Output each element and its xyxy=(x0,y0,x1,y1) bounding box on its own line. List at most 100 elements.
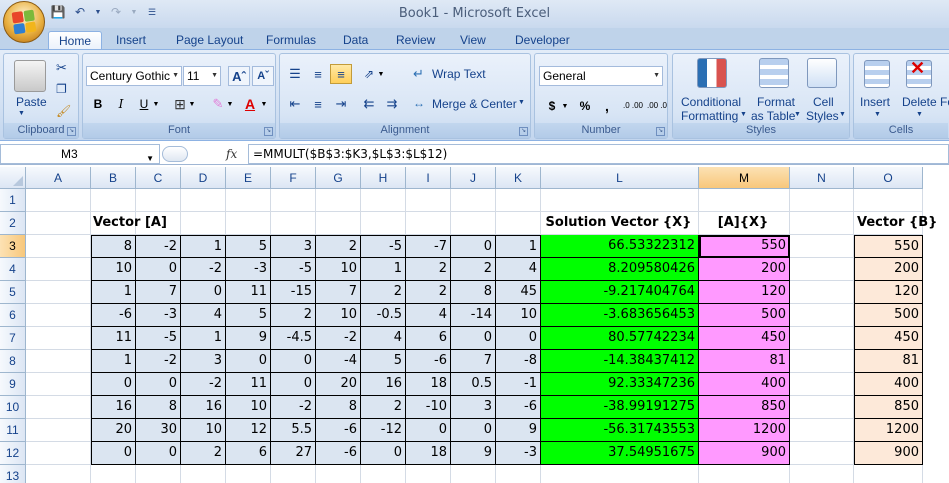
percent-button[interactable]: % xyxy=(574,96,596,116)
matrix-a-cell[interactable]: -6 xyxy=(316,419,361,442)
matrix-a-cell[interactable]: 9 xyxy=(226,327,271,350)
column-header-f[interactable]: F xyxy=(271,167,316,189)
grid-cell[interactable] xyxy=(496,189,541,212)
grid-cell[interactable] xyxy=(699,189,790,212)
matrix-a-cell[interactable]: 18 xyxy=(406,373,451,396)
matrix-a-cell[interactable]: 4 xyxy=(406,304,451,327)
matrix-a-cell[interactable]: 1 xyxy=(181,327,226,350)
matrix-a-cell[interactable]: 11 xyxy=(226,373,271,396)
delete-cells-button[interactable]: Delete xyxy=(902,95,937,109)
matrix-a-cell[interactable]: 11 xyxy=(226,281,271,304)
solution-x-cell[interactable]: 8.209580426 xyxy=(541,258,699,281)
solution-x-cell[interactable]: 37.54951675 xyxy=(541,442,699,465)
matrix-a-cell[interactable]: 10 xyxy=(226,396,271,419)
matrix-a-cell[interactable]: -6 xyxy=(406,350,451,373)
copy-icon[interactable]: ❐ xyxy=(56,82,67,96)
align-bottom-icon[interactable]: ≡ xyxy=(330,64,352,84)
grid-cell[interactable] xyxy=(91,465,136,483)
grid-cell[interactable] xyxy=(226,189,271,212)
grid-cell[interactable] xyxy=(26,327,91,350)
matrix-a-cell[interactable]: 2 xyxy=(451,258,496,281)
vector-b-header[interactable]: Vector {B} xyxy=(854,212,937,235)
tab-page-layout[interactable]: Page Layout xyxy=(172,31,247,50)
column-header-g[interactable]: G xyxy=(316,167,361,189)
solution-x-cell[interactable]: 66.53322312 xyxy=(541,235,699,258)
matrix-a-cell[interactable]: -3 xyxy=(136,304,181,327)
vector-b-cell[interactable]: 81 xyxy=(854,350,923,373)
row-header-4[interactable]: 4 xyxy=(0,258,26,281)
solution-x-cell[interactable]: -38.99191275 xyxy=(541,396,699,419)
delete-dropdown-icon[interactable]: ▼ xyxy=(916,111,923,118)
matrix-a-cell[interactable]: -5 xyxy=(271,258,316,281)
matrix-a-cell[interactable]: -15 xyxy=(271,281,316,304)
matrix-a-cell[interactable]: 0 xyxy=(91,373,136,396)
format-cells-button[interactable]: Fo xyxy=(940,95,949,109)
merge-dropdown-icon[interactable]: ▼ xyxy=(518,99,525,106)
matrix-a-cell[interactable]: 0 xyxy=(91,442,136,465)
matrix-a-cell[interactable]: 0 xyxy=(136,373,181,396)
grid-cell[interactable] xyxy=(26,189,91,212)
vector-b-cell[interactable]: 450 xyxy=(854,327,923,350)
matrix-a-cell[interactable]: 6 xyxy=(406,327,451,350)
cell-styles-dropdown-icon[interactable]: ▼ xyxy=(839,111,846,118)
product-ax-header[interactable]: [A]{X} xyxy=(699,212,790,235)
font-color-dropdown-icon[interactable]: ▼ xyxy=(259,94,269,114)
product-ax-cell[interactable]: 900 xyxy=(699,442,790,465)
product-ax-cell[interactable]: 450 xyxy=(699,327,790,350)
matrix-a-cell[interactable]: 1 xyxy=(91,281,136,304)
row-header-7[interactable]: 7 xyxy=(0,327,26,350)
fill-color-dropdown-icon[interactable]: ▼ xyxy=(225,94,235,114)
tab-formulas[interactable]: Formulas xyxy=(262,31,320,50)
grid-cell[interactable] xyxy=(26,465,91,483)
matrix-a-cell[interactable]: -6 xyxy=(91,304,136,327)
matrix-a-cell[interactable]: 18 xyxy=(406,442,451,465)
product-ax-cell[interactable]: 200 xyxy=(699,258,790,281)
matrix-a-cell[interactable]: 0 xyxy=(226,350,271,373)
grid-cell[interactable] xyxy=(790,442,854,465)
grid-cell[interactable] xyxy=(854,465,923,483)
matrix-a-cell[interactable]: 8 xyxy=(91,235,136,258)
solution-x-cell[interactable]: -56.31743553 xyxy=(541,419,699,442)
grid-cell[interactable] xyxy=(790,189,854,212)
grid-cell[interactable] xyxy=(790,235,854,258)
bold-button[interactable]: B xyxy=(87,94,109,114)
matrix-a-cell[interactable]: 8 xyxy=(136,396,181,419)
grid-cell[interactable] xyxy=(26,350,91,373)
paste-button[interactable]: Paste xyxy=(16,95,47,109)
orientation-dropdown-icon[interactable]: ▼ xyxy=(376,64,386,84)
grid-cell[interactable] xyxy=(226,465,271,483)
font-family-select[interactable]: Century Gothic ▼ xyxy=(86,66,182,86)
align-top-icon[interactable]: ☰ xyxy=(284,64,306,84)
row-header-11[interactable]: 11 xyxy=(0,419,26,442)
matrix-a-cell[interactable]: 9 xyxy=(451,442,496,465)
row-header-13[interactable]: 13 xyxy=(0,465,26,483)
grid-cell[interactable] xyxy=(26,212,91,235)
font-color-icon[interactable]: A xyxy=(239,94,261,114)
product-ax-cell[interactable]: 500 xyxy=(699,304,790,327)
matrix-a-cell[interactable]: -3 xyxy=(226,258,271,281)
row-header-3[interactable]: 3 xyxy=(0,235,26,258)
row-header-8[interactable]: 8 xyxy=(0,350,26,373)
matrix-a-cell[interactable]: 16 xyxy=(91,396,136,419)
matrix-a-cell[interactable]: -12 xyxy=(361,419,406,442)
number-launcher-icon[interactable]: ↘ xyxy=(656,127,665,136)
matrix-a-cell[interactable]: 2 xyxy=(361,396,406,419)
matrix-a-cell[interactable]: 16 xyxy=(361,373,406,396)
matrix-a-cell[interactable]: 1 xyxy=(91,350,136,373)
paste-dropdown-icon[interactable]: ▼ xyxy=(18,110,25,117)
vector-b-cell[interactable]: 850 xyxy=(854,396,923,419)
matrix-a-cell[interactable]: 4 xyxy=(361,327,406,350)
matrix-a-cell[interactable]: 11 xyxy=(91,327,136,350)
matrix-a-cell[interactable]: -5 xyxy=(136,327,181,350)
grid-cell[interactable] xyxy=(361,189,406,212)
align-center-icon[interactable]: ≡ xyxy=(307,94,329,114)
align-right-icon[interactable]: ⇥ xyxy=(330,94,352,114)
borders-dropdown-icon[interactable]: ▼ xyxy=(187,94,197,114)
matrix-a-cell[interactable]: 3 xyxy=(271,235,316,258)
solution-x-cell[interactable]: -9.217404764 xyxy=(541,281,699,304)
underline-dropdown-icon[interactable]: ▼ xyxy=(151,94,161,114)
grid-cell[interactable] xyxy=(406,212,451,235)
grid-cell[interactable] xyxy=(406,189,451,212)
matrix-a-cell[interactable]: -4 xyxy=(316,350,361,373)
row-header-5[interactable]: 5 xyxy=(0,281,26,304)
